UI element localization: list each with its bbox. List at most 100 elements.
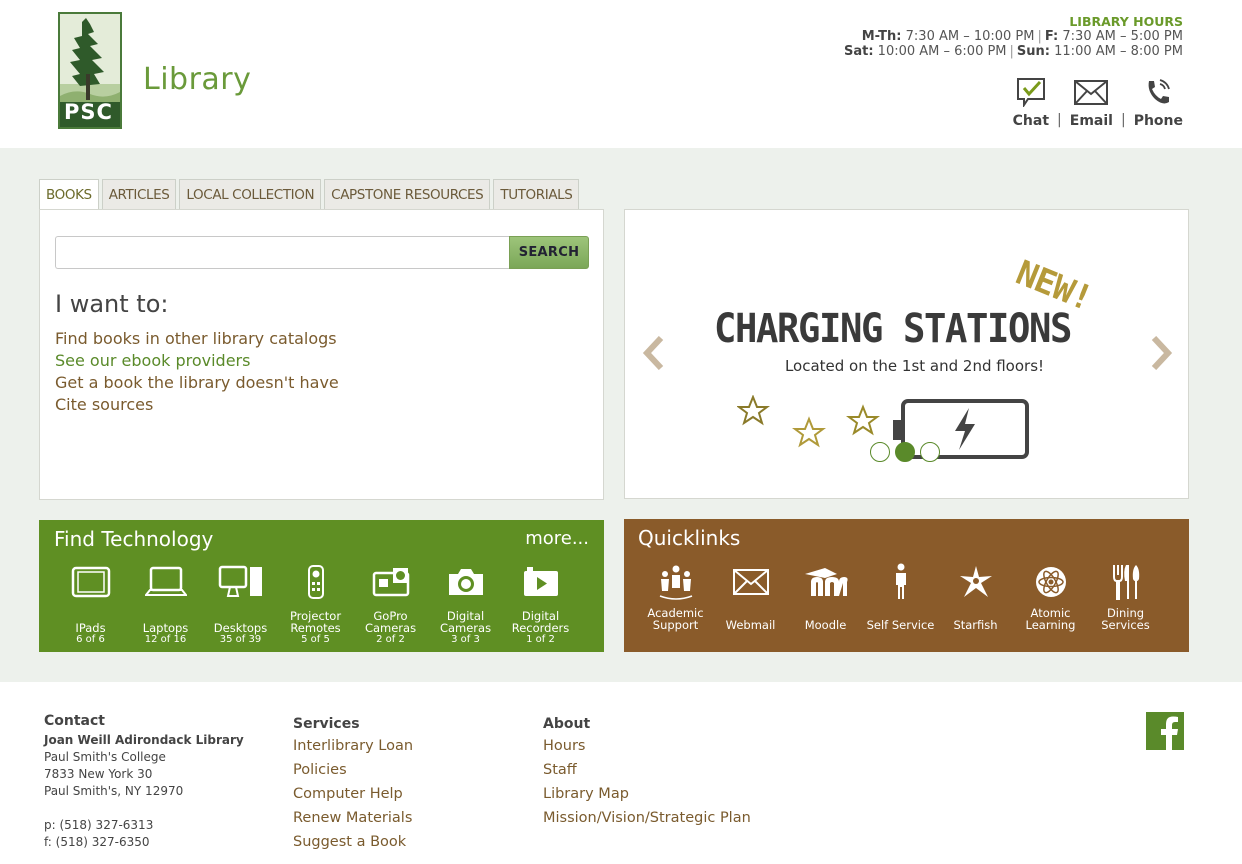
hours-separator: | bbox=[1009, 44, 1014, 59]
facebook-link[interactable] bbox=[1146, 712, 1184, 750]
footer-address-line: 7833 New York 30 bbox=[44, 767, 153, 781]
quicklink-moodle[interactable]: Moodle bbox=[788, 561, 863, 631]
link-ebook-providers[interactable]: See our ebook providers bbox=[55, 350, 339, 372]
footer-address-line: Paul Smith's, NY 12970 bbox=[44, 784, 184, 798]
quicklink-atomic-learning[interactable]: Atomic Learning bbox=[1013, 561, 1088, 631]
email-link[interactable]: Email bbox=[1070, 79, 1113, 129]
quicklink-label: Moodle bbox=[804, 618, 847, 632]
contact-links: Chat | Email | Phone bbox=[1013, 77, 1183, 129]
footer-contact: Contact Joan Weill Adirondack Library Pa… bbox=[44, 713, 244, 851]
tech-item-label: Laptops bbox=[142, 621, 189, 635]
slide-subtitle: Located on the 1st and 2nd floors! bbox=[784, 357, 1045, 375]
tech-item-gopro-cameras[interactable]: GoPro Cameras 2 of 2 bbox=[353, 560, 428, 646]
tab-tutorials[interactable]: TUTORIALS bbox=[493, 179, 580, 210]
starfish-icon bbox=[959, 566, 992, 597]
chat-label: Chat bbox=[1012, 113, 1050, 129]
email-label: Email bbox=[1069, 113, 1113, 129]
library-hours: LIBRARY HOURS M-Th: 7:30 AM – 10:00 PM | F… bbox=[844, 14, 1183, 59]
stars-decoration-icon bbox=[737, 395, 880, 448]
tech-item-count: 35 of 39 bbox=[219, 634, 262, 645]
utensils-icon bbox=[1112, 565, 1139, 600]
tech-more-link[interactable]: more... bbox=[525, 528, 589, 549]
i-want-to-links: Find books in other library catalogs See… bbox=[55, 328, 339, 416]
tech-items: IPads 6 of 6 Laptops 12 of 16 Desktops 3… bbox=[53, 560, 578, 646]
footer-link-policies[interactable]: Policies bbox=[293, 758, 413, 782]
link-cite-sources[interactable]: Cite sources bbox=[55, 394, 339, 416]
quicklink-self-service[interactable]: Self Service bbox=[863, 561, 938, 631]
tab-local-collection[interactable]: LOCAL COLLECTION bbox=[179, 179, 322, 210]
tech-item-digital-cameras[interactable]: Digital Cameras 3 of 3 bbox=[428, 560, 503, 646]
moodle-icon bbox=[804, 568, 848, 596]
tab-capstone-resources[interactable]: CAPSTONE RESOURCES bbox=[324, 179, 491, 210]
footer-link-computer-help[interactable]: Computer Help bbox=[293, 782, 413, 806]
carousel-dots bbox=[870, 442, 945, 462]
hours-day: Sat: bbox=[843, 44, 874, 59]
tech-item-label: GoPro Cameras bbox=[364, 609, 417, 635]
phone-link[interactable]: Phone bbox=[1134, 77, 1183, 129]
tech-item-ipads[interactable]: IPads 6 of 6 bbox=[53, 560, 128, 646]
footer-fax: f: (518) 327-6350 bbox=[44, 835, 150, 849]
atom-icon bbox=[1035, 567, 1066, 597]
footer-services: Services Interlibrary Loan Policies Comp… bbox=[293, 714, 413, 854]
footer-link-renew-materials[interactable]: Renew Materials bbox=[293, 806, 413, 830]
footer-link-library-map[interactable]: Library Map bbox=[543, 782, 751, 806]
site-title[interactable]: Library bbox=[143, 62, 251, 97]
footer-link-interlibrary-loan[interactable]: Interlibrary Loan bbox=[293, 734, 413, 758]
tab-books[interactable]: BOOKS bbox=[39, 179, 99, 211]
footer-services-heading: Services bbox=[293, 716, 360, 732]
chat-icon bbox=[1016, 78, 1045, 107]
tech-title: Find Technology bbox=[54, 527, 214, 551]
carousel-dot[interactable] bbox=[870, 442, 890, 462]
person-icon bbox=[895, 563, 906, 599]
hours-title: LIBRARY HOURS bbox=[1069, 14, 1183, 29]
quicklink-academic-support[interactable]: Academic Support bbox=[638, 561, 713, 631]
remote-icon bbox=[307, 565, 324, 599]
carousel-dot[interactable] bbox=[920, 442, 940, 462]
footer-link-hours[interactable]: Hours bbox=[543, 734, 751, 758]
footer-link-staff[interactable]: Staff bbox=[543, 758, 751, 782]
tech-item-digital-recorders[interactable]: Digital Recorders 1 of 2 bbox=[503, 560, 578, 646]
recorder-icon bbox=[523, 567, 558, 596]
psc-logo[interactable]: PSC bbox=[58, 12, 122, 129]
search-input[interactable] bbox=[55, 236, 509, 269]
tab-articles[interactable]: ARTICLES bbox=[101, 179, 177, 210]
tech-item-count: 5 of 5 bbox=[301, 634, 330, 645]
contact-separator: | bbox=[1057, 112, 1062, 128]
footer-link-mission[interactable]: Mission/Vision/Strategic Plan bbox=[543, 806, 751, 830]
footer-link-suggest-book[interactable]: Suggest a Book bbox=[293, 830, 413, 854]
email-icon bbox=[1074, 80, 1109, 105]
tech-item-laptops[interactable]: Laptops 12 of 16 bbox=[128, 560, 203, 646]
quicklink-webmail[interactable]: Webmail bbox=[713, 561, 788, 631]
chat-link[interactable]: Chat bbox=[1013, 77, 1049, 129]
carousel-dot-active[interactable] bbox=[895, 442, 915, 462]
link-get-book[interactable]: Get a book the library doesn't have bbox=[55, 372, 339, 394]
hours-time: 7:30 AM – 10:00 PM bbox=[905, 29, 1035, 44]
facebook-icon bbox=[1161, 716, 1178, 750]
search-panel: SEARCH I want to: Find books in other li… bbox=[39, 209, 604, 500]
hours-time: 7:30 AM – 5:00 PM bbox=[1062, 29, 1183, 44]
envelope-icon bbox=[732, 569, 769, 595]
link-find-books[interactable]: Find books in other library catalogs bbox=[55, 328, 339, 350]
search-tabs: BOOKS ARTICLES LOCAL COLLECTION CAPSTONE… bbox=[39, 179, 582, 211]
quicklink-dining-services[interactable]: Dining Services bbox=[1088, 561, 1163, 631]
hours-time: 11:00 AM – 8:00 PM bbox=[1054, 44, 1183, 59]
quicklink-starfish[interactable]: Starfish bbox=[938, 561, 1013, 631]
quicklinks-title: Quicklinks bbox=[638, 526, 741, 550]
hours-time: 10:00 AM – 6:00 PM bbox=[877, 44, 1007, 59]
site-footer: Contact Joan Weill Adirondack Library Pa… bbox=[0, 682, 1242, 864]
search-button[interactable]: SEARCH bbox=[509, 236, 589, 269]
hours-day: M-Th: bbox=[861, 29, 902, 44]
quicklink-label: Dining Services bbox=[1101, 606, 1150, 632]
tech-item-count: 12 of 16 bbox=[144, 634, 187, 645]
footer-org-name: Joan Weill Adirondack Library bbox=[44, 733, 244, 747]
tech-item-desktops[interactable]: Desktops 35 of 39 bbox=[203, 560, 278, 646]
contact-separator: | bbox=[1120, 112, 1126, 128]
hours-day: F: bbox=[1044, 29, 1059, 44]
feature-carousel: CHARGING STATIONS NEW! Located on the 1s… bbox=[624, 209, 1189, 499]
tech-item-count: 2 of 2 bbox=[376, 634, 405, 645]
quicklink-label: Atomic Learning bbox=[1025, 606, 1076, 632]
quicklinks-panel: Quicklinks Academic Support Webmail Mood… bbox=[624, 519, 1189, 652]
tech-item-label: Desktops bbox=[213, 621, 268, 635]
find-technology-panel: Find Technology more... IPads 6 of 6 Lap… bbox=[39, 520, 604, 652]
tech-item-projector-remotes[interactable]: Projector Remotes 5 of 5 bbox=[278, 560, 353, 646]
